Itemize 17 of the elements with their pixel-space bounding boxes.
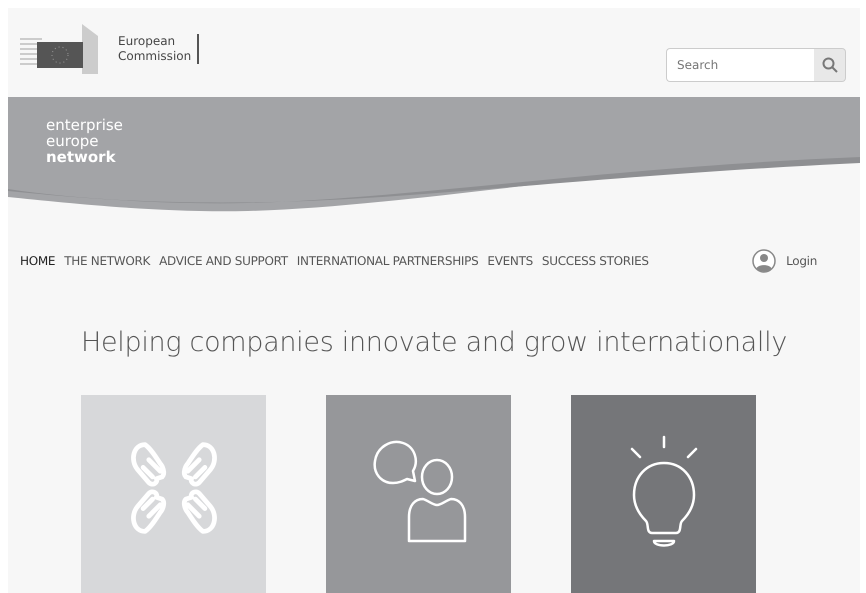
nav-link[interactable]: THE NETWORK (64, 252, 150, 270)
feature-tile[interactable] (326, 395, 511, 593)
nav-link[interactable]: EVENTS (487, 252, 533, 270)
nav-link[interactable]: HOME (20, 252, 56, 270)
login-link[interactable]: Login (752, 249, 817, 273)
logo-text: European (118, 34, 176, 49)
brand-text: enterprise (46, 117, 124, 133)
logo-text: Commission (118, 49, 192, 64)
nav-link[interactable]: ADVICE AND SUPPORT (159, 252, 288, 270)
brand-text: network (46, 149, 117, 165)
nav-link[interactable]: SUCCESS STORIES (542, 252, 649, 270)
feature-tile[interactable] (81, 395, 266, 593)
brand-text: europe (46, 133, 98, 149)
headline: Helping companies innovate and grow internationally (80, 327, 788, 360)
nav-link[interactable]: INTERNATIONAL PARTNERSHIPS (296, 252, 478, 270)
user-icon (752, 249, 776, 273)
feature-tile[interactable] (571, 395, 756, 593)
